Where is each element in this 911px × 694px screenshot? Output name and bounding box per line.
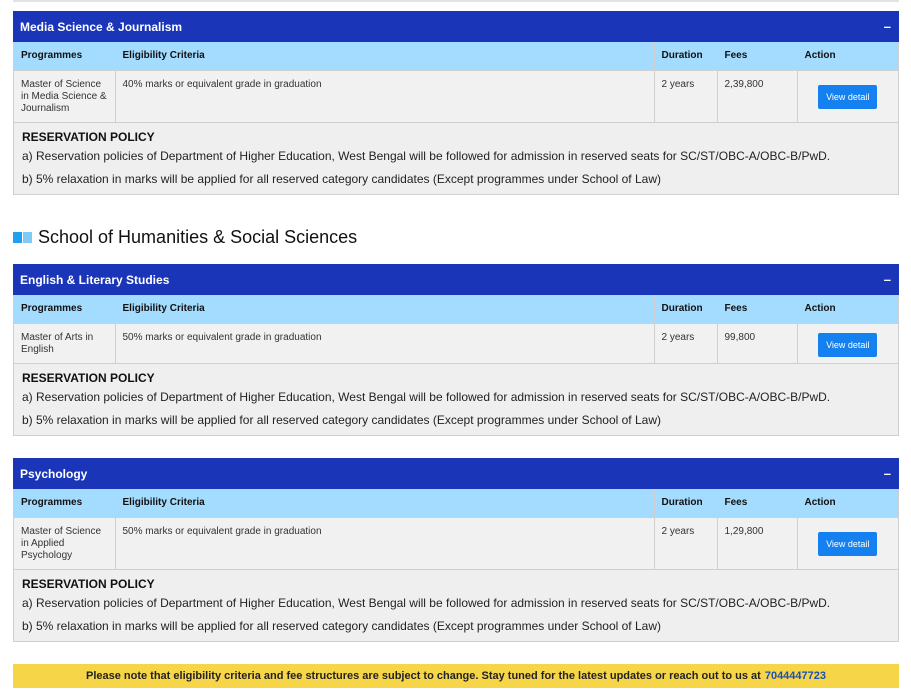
view-detail-button[interactable]: View detail [818,84,878,109]
programme-section-media-science: Media Science & Journalism – Programmes … [13,11,899,195]
section-body: Programmes Eligibility Criteria Duration… [13,489,899,642]
eligibility-text: 50% marks or equivalent grade in graduat… [115,322,655,363]
reservation-policy: RESERVATION POLICY a) Reservation polici… [14,122,898,194]
header-eligibility: Eligibility Criteria [115,489,655,517]
action-cell: View detail [797,69,898,122]
eligibility-text: 50% marks or equivalent grade in graduat… [115,516,655,569]
duration-value: 2 years [654,516,718,569]
fees-value: 2,39,800 [717,69,798,122]
section-title: Media Science & Journalism [20,19,183,34]
section-header-bar[interactable]: Media Science & Journalism – [13,11,899,42]
programme-name: Master of Arts in English [14,322,116,363]
notice-text: Please note that eligibility criteria an… [85,670,761,682]
action-cell: View detail [797,516,898,569]
header-fees: Fees [717,489,798,517]
programme-table: Programmes Eligibility Criteria Duration… [14,489,898,569]
reservation-policy: RESERVATION POLICY a) Reservation polici… [14,569,898,641]
collapse-icon[interactable]: – [884,466,891,481]
programme-section-english: English & Literary Studies – Programmes … [13,264,899,436]
programme-section-psychology: Psychology – Programmes Eligibility Crit… [13,458,899,642]
header-eligibility: Eligibility Criteria [115,295,655,323]
header-programmes: Programmes [14,295,116,323]
school-title: School of Humanities & Social Sciences [38,227,358,247]
duration-value: 2 years [654,322,718,363]
action-cell: View detail [797,322,898,363]
header-duration: Duration [654,489,718,517]
section-body: Programmes Eligibility Criteria Duration… [13,42,899,195]
policy-line-a: a) Reservation policies of Department of… [22,390,831,404]
header-programmes: Programmes [14,42,116,70]
school-heading: School of Humanities & Social Sciences [13,227,357,248]
policy-line-b: b) 5% relaxation in marks will be applie… [22,619,661,633]
header-action: Action [797,42,898,70]
policy-title: RESERVATION POLICY [22,130,155,144]
programme-name: Master of Science in Applied Psychology [14,516,116,569]
fees-value: 1,29,800 [717,516,798,569]
table-row: Master of Arts in English 50% marks or e… [14,322,898,363]
programme-table: Programmes Eligibility Criteria Duration… [14,42,898,122]
policy-line-b: b) 5% relaxation in marks will be applie… [22,413,661,427]
duration-value: 2 years [654,69,718,122]
header-duration: Duration [654,42,718,70]
section-body: Programmes Eligibility Criteria Duration… [13,295,899,436]
header-programmes: Programmes [14,489,116,517]
collapse-icon[interactable]: – [884,272,891,287]
phone-link[interactable]: 7044447723 [765,670,826,682]
policy-line-a: a) Reservation policies of Department of… [22,596,831,610]
section-title: English & Literary Studies [20,272,170,287]
collapse-icon[interactable]: – [884,19,891,34]
programme-name: Master of Science in Media Science & Jou… [14,69,116,122]
header-action: Action [797,295,898,323]
programme-table: Programmes Eligibility Criteria Duration… [14,295,898,363]
section-header-bar[interactable]: Psychology – [13,458,899,489]
table-row: Master of Science in Media Science & Jou… [14,69,898,122]
header-fees: Fees [717,42,798,70]
view-detail-button[interactable]: View detail [818,332,878,357]
notice-banner: Please note that eligibility criteria an… [13,664,899,688]
top-divider [13,0,899,2]
header-action: Action [797,489,898,517]
policy-line-a: a) Reservation policies of Department of… [22,149,831,163]
view-detail-button[interactable]: View detail [818,531,878,556]
school-heading-icon [13,232,32,243]
policy-line-b: b) 5% relaxation in marks will be applie… [22,172,661,186]
section-title: Psychology [20,466,88,481]
eligibility-text: 40% marks or equivalent grade in graduat… [115,69,655,122]
section-header-bar[interactable]: English & Literary Studies – [13,264,899,295]
reservation-policy: RESERVATION POLICY a) Reservation polici… [14,363,898,435]
header-duration: Duration [654,295,718,323]
policy-title: RESERVATION POLICY [22,371,155,385]
header-eligibility: Eligibility Criteria [115,42,655,70]
policy-title: RESERVATION POLICY [22,577,155,591]
fees-value: 99,800 [717,322,798,363]
header-fees: Fees [717,295,798,323]
table-row: Master of Science in Applied Psychology … [14,516,898,569]
